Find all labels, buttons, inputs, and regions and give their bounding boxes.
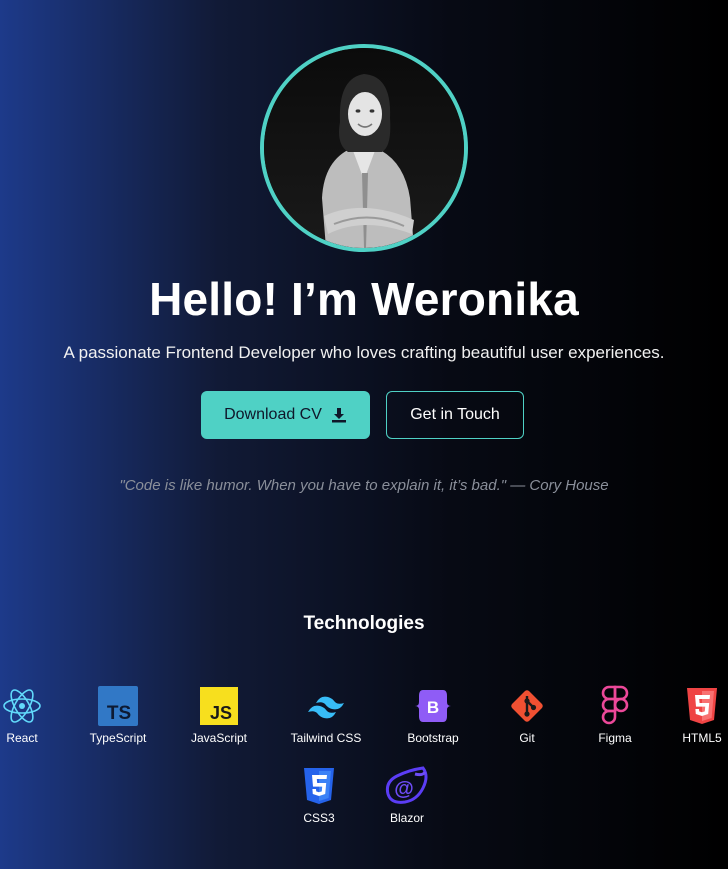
tech-label: Bootstrap xyxy=(407,731,459,745)
tech-item-html5: HTML5 xyxy=(657,686,728,745)
tech-item-blazor: @ Blazor xyxy=(362,766,452,825)
tech-item-css3: CSS3 xyxy=(274,766,364,825)
git-icon xyxy=(482,686,572,726)
tech-item-figma: Figma xyxy=(570,685,660,745)
download-icon xyxy=(331,407,347,423)
svg-text:JS: JS xyxy=(210,703,232,723)
tailwind-icon xyxy=(281,686,371,726)
tech-label: TypeScript xyxy=(89,731,147,745)
profile-photo xyxy=(264,48,464,248)
javascript-icon: JS xyxy=(174,686,264,726)
profile-avatar xyxy=(260,44,468,252)
technologies-heading: Technologies xyxy=(303,613,425,634)
svg-text:B: B xyxy=(427,698,439,717)
tech-item-bootstrap: B Bootstrap xyxy=(388,686,478,745)
tech-label: Figma xyxy=(598,731,632,745)
get-in-touch-label: Get in Touch xyxy=(410,406,500,423)
tech-label: React xyxy=(6,731,38,745)
svg-text:@: @ xyxy=(394,778,414,800)
typescript-icon: TS xyxy=(73,686,163,726)
bootstrap-icon: B xyxy=(388,686,478,726)
download-cv-label: Download CV xyxy=(224,406,322,423)
tech-label: Blazor xyxy=(389,811,424,825)
tech-label: Git xyxy=(519,731,535,745)
tech-item-react: React xyxy=(0,686,67,745)
tech-label: HTML5 xyxy=(682,731,722,745)
tech-label: JavaScript xyxy=(190,731,248,745)
html5-icon xyxy=(657,686,728,726)
react-icon xyxy=(0,686,67,726)
hero-subtitle: A passionate Frontend Developer who love… xyxy=(63,343,665,362)
tech-item-javascript: JS JavaScript xyxy=(174,686,264,745)
quote: "Code is like humor. When you have to ex… xyxy=(119,477,609,494)
blazor-icon: @ xyxy=(362,766,452,806)
download-cv-button[interactable]: Download CV xyxy=(201,391,370,439)
get-in-touch-button[interactable]: Get in Touch xyxy=(386,391,524,439)
tech-item-tailwind: Tailwind CSS xyxy=(281,686,371,745)
tech-label: CSS3 xyxy=(303,811,335,825)
tech-label: Tailwind CSS xyxy=(290,731,362,745)
hero-title: Hello! I’m Weronika xyxy=(149,273,579,325)
svg-text:TS: TS xyxy=(107,703,131,724)
tech-item-typescript: TS TypeScript xyxy=(73,686,163,745)
css3-icon xyxy=(274,766,364,806)
tech-item-git: Git xyxy=(482,686,572,745)
figma-icon xyxy=(570,685,660,726)
